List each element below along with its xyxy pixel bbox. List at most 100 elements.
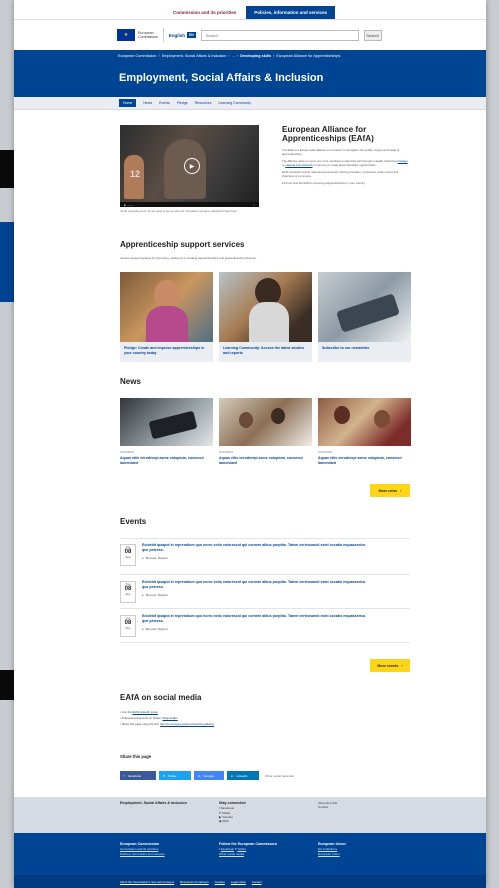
news-item[interactable]: 21/10/2016 Aquas etiis veroderepi asme v… <box>318 398 411 465</box>
breadcrumb-current: European Alliance for Apprenticeships <box>276 54 341 58</box>
breadcrumb-item[interactable]: Employment, Social Affairs & Inclusion <box>162 54 227 58</box>
divider <box>120 608 410 609</box>
language-selector[interactable]: English EN <box>169 32 196 38</box>
event-title[interactable]: Ecidebit ipsapid et reprendium quo norro… <box>142 543 372 553</box>
play-icon[interactable]: ▶ <box>184 158 200 174</box>
ec-logo[interactable]: ★ European Commission <box>117 29 158 41</box>
nav-news[interactable]: News <box>143 101 152 105</box>
nav-resources[interactable]: Resources <box>195 101 212 105</box>
image-figure <box>239 412 253 428</box>
footer-legal-link[interactable]: About the Commission's new web presence <box>120 880 174 884</box>
twitter-hashtag-link[interactable]: #ApprentEU <box>162 716 177 720</box>
footer-link[interactable]: Policies, information and services <box>120 852 165 856</box>
footer-legal-link[interactable]: Legal notice <box>231 880 246 884</box>
event-location-text: Brussels, Belgium <box>145 592 169 597</box>
search-input[interactable] <box>200 29 359 41</box>
search-button[interactable]: Search <box>363 29 382 41</box>
share-label: Twitter <box>167 773 177 778</box>
footer-link[interactable]: EU institutions <box>318 847 337 851</box>
breadcrumb-separator: › <box>158 54 160 58</box>
image-figure <box>334 406 350 424</box>
footer-col-title: European Commission <box>120 842 160 846</box>
event-title[interactable]: Ecidebit ipsapid et reprendium quo norro… <box>142 580 372 590</box>
video-scene-number: 12 <box>130 169 141 179</box>
news-item[interactable]: 21/10/2016 Aquas etiis veroderepi asme v… <box>219 398 312 465</box>
nav-home[interactable]: Home <box>119 99 137 107</box>
divider <box>162 28 164 42</box>
fullscreen-icon[interactable]: ⛶ <box>253 203 255 207</box>
footer-link[interactable]: European Union <box>318 852 340 856</box>
event-month: Sep <box>125 554 131 559</box>
news-headline[interactable]: Aquas etiis veroderepi asme voluptum, co… <box>318 456 411 465</box>
twitter-icon: ♥ <box>163 773 165 778</box>
support-card-pledge[interactable]: Pledge: Create and improve apprenticeshi… <box>120 272 213 362</box>
linkedin-icon: in <box>231 773 234 778</box>
share-buttons: f Facebook ♥ Twitter G Google+ in LinkedIn O… <box>120 771 294 780</box>
image-figure <box>146 306 188 342</box>
footer-col-about: About this Site Contact <box>318 801 337 810</box>
nav-pledge[interactable]: Pledge <box>177 101 188 105</box>
news-headline[interactable]: Aquas etiis veroderepi asme voluptum, co… <box>219 456 312 465</box>
linkedin-group-link[interactable]: EAfA LinkedIn group <box>132 710 158 714</box>
card-image <box>219 272 312 342</box>
national-commitments-link[interactable]: national commitments <box>285 163 312 167</box>
events-title: Events <box>120 517 147 526</box>
event-body: Ecidebit ipsapid et reprendium quo norro… <box>142 611 372 641</box>
footer-col-connected: Stay connected f Facebook ♥ Twitter ▶ Yo… <box>219 801 246 824</box>
card-label: Learning Community: Access the latest st… <box>223 346 304 355</box>
event-month: Sep <box>125 591 131 596</box>
google-share-button[interactable]: G Google+ <box>194 771 224 780</box>
breadcrumb-separator: › <box>236 54 239 58</box>
support-card-newsletter[interactable]: Subscribe to our newsletter <box>318 272 411 362</box>
linkedin-share-button[interactable]: in LinkedIn <box>227 771 259 780</box>
other-networks-link[interactable]: Other social networks <box>265 774 294 778</box>
contact-link[interactable]: Contact <box>318 805 337 809</box>
news-headline[interactable]: Aquas etiis veroderepi asme voluptum, co… <box>120 456 213 465</box>
breadcrumb-item[interactable]: ... <box>232 54 235 58</box>
video-player[interactable]: 12 ▶ ▶ ─── ⛶ <box>120 125 259 207</box>
logo-line2: Commission <box>138 35 158 39</box>
facebook-share-button[interactable]: f Facebook <box>120 771 156 780</box>
image-figure <box>249 302 289 342</box>
social-list: • Join the EAfA LinkedIn group • Follow … <box>120 709 214 727</box>
news-date: 21/10/2016 <box>219 450 233 454</box>
footer-legal-link[interactable]: Cookies <box>215 880 225 884</box>
share-url-link[interactable]: http://ec.europa.eu/apprenticeships-alli… <box>160 722 214 726</box>
footer-legal-link[interactable]: Resources for partners <box>180 880 208 884</box>
nav-learning-community[interactable]: Learning Community <box>218 101 250 105</box>
card-image <box>318 272 411 342</box>
eafa-text: to improve or create apprenticeships opp… <box>313 162 377 167</box>
footer-link[interactable]: Twitter <box>237 847 246 851</box>
footer-legal-link[interactable]: Contact <box>252 880 262 884</box>
video-controls[interactable]: ▶ ─── ⛶ <box>120 202 259 207</box>
footer-link[interactable]: Commission and its priorities <box>120 847 158 851</box>
event-item[interactable]: Tue 08 Sep Ecidebit ipsapid et reprendium … <box>120 611 410 641</box>
breadcrumb-item[interactable]: Developing skills <box>240 54 271 58</box>
more-news-label: More news <box>378 488 398 493</box>
breadcrumb-item[interactable]: European Commission <box>118 54 156 58</box>
more-news-button[interactable]: More news › <box>370 484 410 497</box>
footer-link[interactable]: Facebook <box>221 847 234 851</box>
footer-link[interactable]: Other social media <box>219 852 244 856</box>
chevron-right-icon: › <box>401 663 403 668</box>
event-item[interactable]: Tue 08 Sep Ecidebit ipsapid et reprendium … <box>120 577 410 607</box>
twitter-share-button[interactable]: ♥ Twitter <box>159 771 191 780</box>
tab-commission[interactable]: Commission and its priorities <box>165 6 244 19</box>
news-item[interactable]: 21/10/2016 Aquas etiis veroderepi asme v… <box>120 398 213 465</box>
footer-link[interactable]: ◉ RSS <box>219 819 246 823</box>
nav-events[interactable]: Events <box>159 101 170 105</box>
google-icon: G <box>198 773 201 778</box>
event-item[interactable]: Tue 08 Sep Ecidebit ipsapid et reprendium … <box>120 540 410 570</box>
pledges-link[interactable]: pledges <box>398 159 408 163</box>
social-text: Share this page using the link: <box>121 722 160 727</box>
support-title: Apprenticeship support services <box>120 240 245 249</box>
news-image <box>219 398 312 446</box>
more-events-button[interactable]: More events › <box>370 659 410 672</box>
image-figure <box>271 408 285 424</box>
eafa-paragraph: EAfA members include national government… <box>282 170 399 179</box>
share-label: Facebook <box>127 773 142 778</box>
event-title[interactable]: Ecidebit ipsapid et reprendium quo norro… <box>142 614 372 624</box>
video-progress: ▶ ─── <box>124 203 134 207</box>
tab-policies[interactable]: Policies, information and services <box>246 6 336 19</box>
support-card-learning[interactable]: Learning Community: Access the latest st… <box>219 272 312 362</box>
